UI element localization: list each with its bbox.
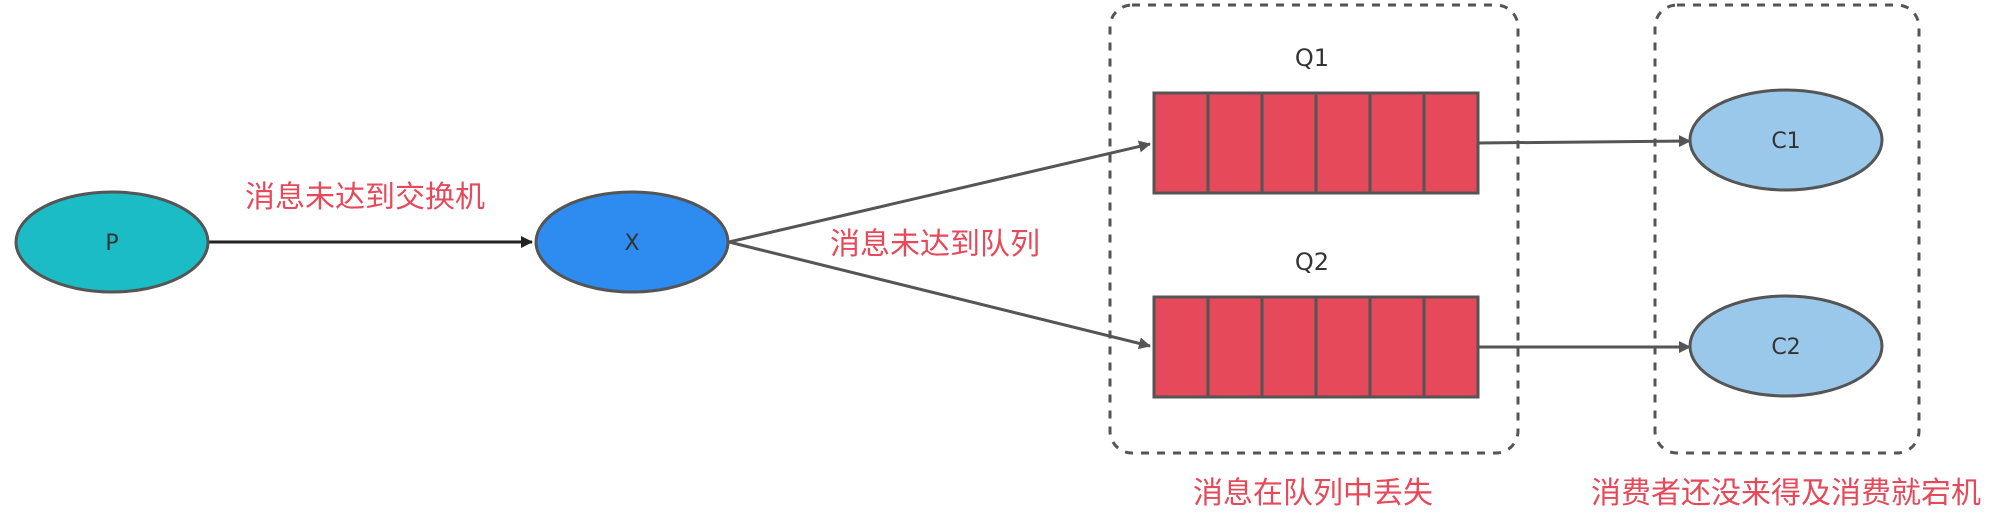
producer-node: P: [14, 190, 210, 294]
queue-q1: Q1: [1152, 44, 1480, 195]
queue-q2-slot-4: [1314, 295, 1372, 399]
consumer-c1-node: C1: [1688, 88, 1884, 192]
queue-q1-slot-1: [1152, 91, 1210, 195]
queue-q2-slot-2: [1206, 295, 1264, 399]
queue-q2-slot-1: [1152, 295, 1210, 399]
exchange-node: X: [534, 190, 730, 294]
consumer-c2-label: C2: [1771, 335, 1800, 360]
queue-q2-slot-6: [1422, 295, 1480, 399]
exchange-label: X: [624, 231, 639, 256]
annotation-consumer-crash: 消费者还没来得及消费就宕机: [1591, 476, 1981, 511]
queue-q2-slots: [1152, 295, 1480, 399]
queue-q2: Q2: [1152, 248, 1480, 399]
queue-q1-slot-6: [1422, 91, 1480, 195]
annotation-not-reach-exchange: 消息未达到交换机: [245, 180, 485, 215]
producer-label: P: [105, 231, 118, 256]
annotation-lost-in-queue: 消息在队列中丢失: [1193, 476, 1433, 511]
queue-q1-slot-5: [1368, 91, 1426, 195]
consumer-c2-node: C2: [1688, 294, 1884, 398]
queue-q1-slot-4: [1314, 91, 1372, 195]
queue-q2-slot-5: [1368, 295, 1426, 399]
edge-q1-to-c1: [1477, 135, 1691, 148]
queue-q1-slots: [1152, 91, 1480, 195]
queue-q2-slot-3: [1260, 295, 1318, 399]
consumer-c1-label: C1: [1771, 129, 1800, 154]
queue-q2-label: Q2: [1295, 248, 1329, 276]
annotation-not-reach-queue: 消息未达到队列: [830, 227, 1040, 262]
queue-q1-label: Q1: [1295, 44, 1329, 72]
queue-q1-slot-2: [1206, 91, 1264, 195]
message-loss-diagram: P X Q1 Q2 C1 C2 消息未达到交换机 消息未达到队列 消息在队列中丢…: [14, 3, 1981, 511]
queue-q1-slot-3: [1260, 91, 1318, 195]
